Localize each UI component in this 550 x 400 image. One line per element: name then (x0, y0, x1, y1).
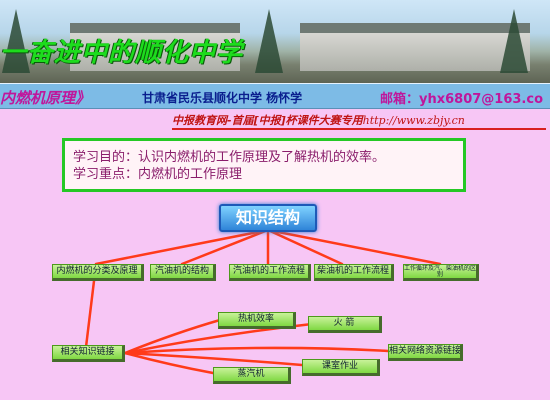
connector-line (266, 228, 344, 266)
connector-line (94, 228, 270, 266)
node-rocket[interactable]: 火 箭 (308, 316, 382, 333)
node-steam-engine[interactable]: 蒸汽机 (213, 367, 291, 384)
connector-line (123, 346, 390, 355)
connector-line (84, 279, 96, 349)
connector-line (266, 228, 442, 266)
node-cycle-differences[interactable]: 工作循环及汽、柴油机的区别 (403, 264, 479, 281)
node-gasoline-workflow[interactable]: 汽油机的工作流程 (229, 264, 311, 281)
connector-line (180, 228, 270, 266)
node-homework[interactable]: 课室作业 (302, 359, 380, 376)
node-heat-engine-efficiency[interactable]: 热机效率 (218, 312, 296, 329)
node-related-links[interactable]: 相关知识链接 (52, 345, 125, 362)
node-diesel-workflow[interactable]: 柴油机的工作流程 (314, 264, 394, 281)
node-classification-principle[interactable]: 内燃机的分类及原理 (52, 264, 144, 281)
connector-lines (84, 228, 442, 375)
node-web-resources[interactable]: 相关网络资源链接 (388, 344, 463, 361)
knowledge-structure-title[interactable]: 知识结构 (219, 204, 317, 232)
node-gasoline-structure[interactable]: 汽油机的结构 (150, 264, 216, 281)
